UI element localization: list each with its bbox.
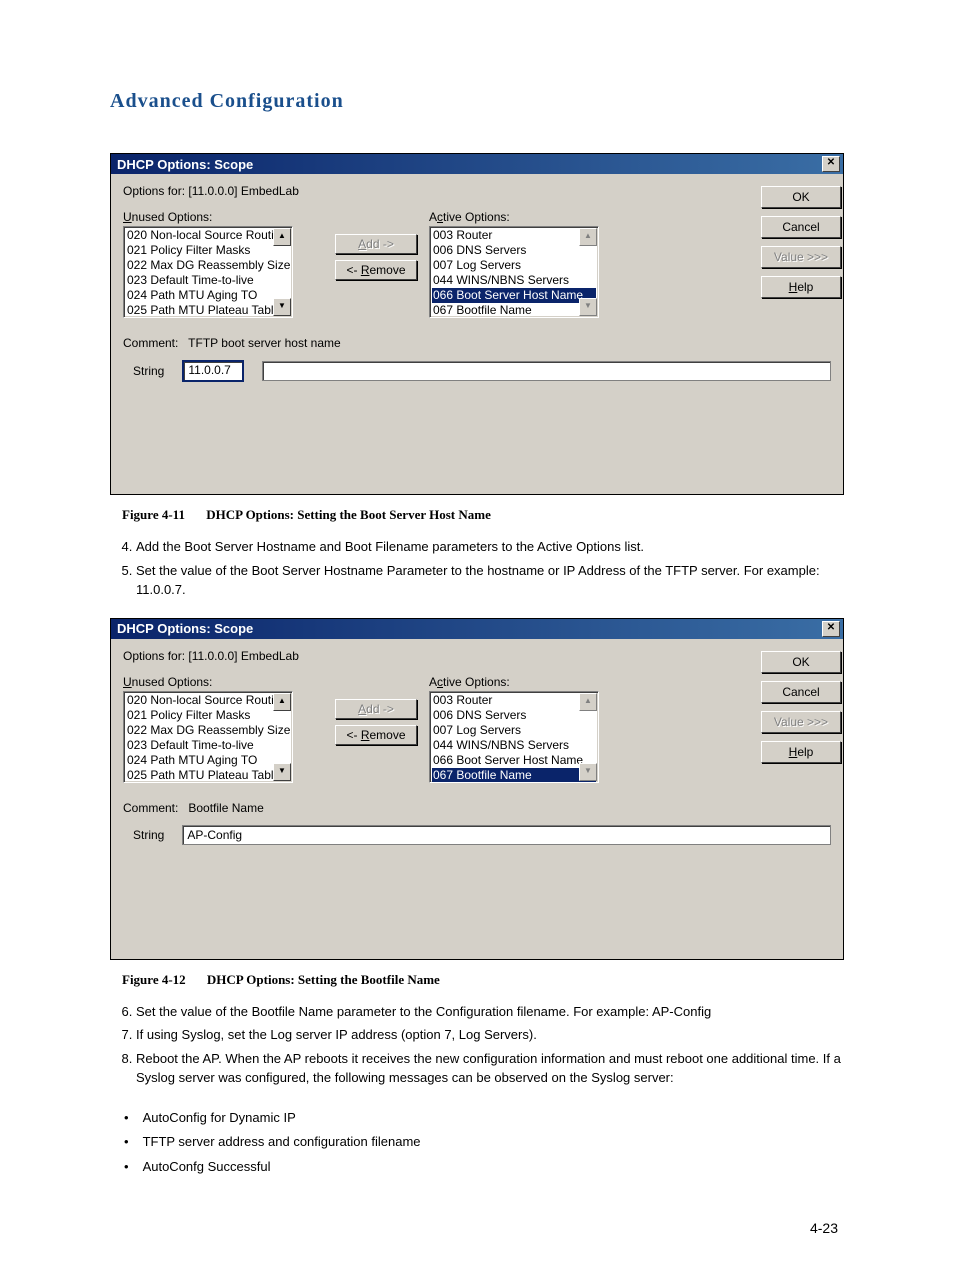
list-item[interactable]: 066 Boot Server Host Name — [432, 753, 596, 768]
scroll-up-icon: ▲ — [579, 693, 597, 711]
comment-row: Comment: TFTP boot server host name — [123, 336, 831, 350]
step-item: Add the Boot Server Hostname and Boot Fi… — [136, 537, 844, 557]
list-item[interactable]: 003 Router — [432, 228, 596, 243]
list-item[interactable]: 006 DNS Servers — [432, 243, 596, 258]
dialog-titlebar: DHCP Options: Scope ✕ — [111, 619, 843, 639]
comment-row: Comment: Bootfile Name — [123, 801, 831, 815]
list-item[interactable]: 007 Log Servers — [432, 723, 596, 738]
value-button[interactable]: Value >>> — [761, 711, 841, 733]
step-item: If using Syslog, set the Log server IP a… — [136, 1025, 844, 1045]
remove-button[interactable]: <- Remove — [335, 725, 417, 745]
list-item[interactable]: 020 Non-local Source Routing — [126, 228, 290, 243]
figure-caption-1: Figure 4-11 DHCP Options: Setting the Bo… — [122, 507, 844, 523]
ok-button[interactable]: OK — [761, 651, 841, 673]
active-options-label: Active Options: — [429, 675, 619, 689]
remove-button[interactable]: <- Remove — [335, 260, 417, 280]
list-item[interactable]: 007 Log Servers — [432, 258, 596, 273]
unused-options-listbox[interactable]: 020 Non-local Source Routing021 Policy F… — [123, 691, 293, 783]
list-item[interactable]: 024 Path MTU Aging TO — [126, 288, 290, 303]
dhcp-dialog-2: DHCP Options: Scope ✕ OK Cancel Value >>… — [110, 618, 844, 960]
list-item[interactable]: 044 WINS/NBNS Servers — [432, 273, 596, 288]
unused-options-listbox[interactable]: 020 Non-local Source Routing021 Policy F… — [123, 226, 293, 318]
unused-options-label: Unused Options: — [123, 675, 323, 689]
step-item: Set the value of the Boot Server Hostnam… — [136, 561, 844, 600]
list-item[interactable]: 025 Path MTU Plateau Table — [126, 768, 290, 783]
string-label: String — [123, 364, 164, 378]
list-item[interactable]: 023 Default Time-to-live — [126, 738, 290, 753]
dhcp-dialog-1: DHCP Options: Scope ✕ OK Cancel Value >>… — [110, 153, 844, 495]
steps-list-a: Add the Boot Server Hostname and Boot Fi… — [110, 537, 844, 600]
figure-number: Figure 4-11 — [122, 507, 203, 522]
list-item[interactable]: 025 Path MTU Plateau Table — [126, 303, 290, 318]
scroll-down-icon[interactable]: ▼ — [273, 763, 291, 781]
list-item[interactable]: 024 Path MTU Aging TO — [126, 753, 290, 768]
list-item[interactable]: 022 Max DG Reassembly Size — [126, 723, 290, 738]
cancel-button[interactable]: Cancel — [761, 681, 841, 703]
ok-button[interactable]: OK — [761, 186, 841, 208]
close-icon[interactable]: ✕ — [822, 156, 840, 172]
help-button[interactable]: Help — [761, 741, 841, 763]
list-item[interactable]: 067 Bootfile Name — [432, 303, 596, 318]
list-item[interactable]: 021 Policy Filter Masks — [126, 243, 290, 258]
options-for-label: Options for: [11.0.0.0] EmbedLab — [123, 649, 831, 663]
add-button[interactable]: Add -> — [335, 699, 417, 719]
bullet-item: AutoConfig for Dynamic IP — [124, 1106, 844, 1131]
active-options-label: Active Options: — [429, 210, 619, 224]
figure-caption-2: Figure 4-12 DHCP Options: Setting the Bo… — [122, 972, 844, 988]
scroll-down-icon[interactable]: ▼ — [273, 298, 291, 316]
value-button[interactable]: Value >>> — [761, 246, 841, 268]
list-item[interactable]: 044 WINS/NBNS Servers — [432, 738, 596, 753]
help-button[interactable]: Help — [761, 276, 841, 298]
page-number: 4-23 — [110, 1220, 844, 1236]
list-item[interactable]: 022 Max DG Reassembly Size — [126, 258, 290, 273]
unused-options-label: Unused Options: — [123, 210, 323, 224]
step-item: Set the value of the Bootfile Name param… — [136, 1002, 844, 1022]
list-item[interactable]: 020 Non-local Source Routing — [126, 693, 290, 708]
string-input-extension[interactable] — [262, 361, 831, 381]
active-options-listbox[interactable]: 003 Router006 DNS Servers007 Log Servers… — [429, 691, 599, 783]
list-item[interactable]: 067 Bootfile Name — [432, 768, 596, 783]
figure-title: DHCP Options: Setting the Bootfile Name — [207, 972, 440, 987]
string-input[interactable]: AP-Config — [182, 825, 831, 845]
scroll-up-icon[interactable]: ▲ — [273, 228, 291, 246]
steps-list-b: Set the value of the Bootfile Name param… — [110, 1002, 844, 1088]
comment-text: Bootfile Name — [188, 801, 263, 815]
dialog-title: DHCP Options: Scope — [117, 621, 253, 636]
figure-number: Figure 4-12 — [122, 972, 204, 987]
scroll-down-icon: ▼ — [579, 298, 597, 316]
figure-title: DHCP Options: Setting the Boot Server Ho… — [206, 507, 491, 522]
comment-label: Comment: — [123, 801, 178, 815]
list-item[interactable]: 006 DNS Servers — [432, 708, 596, 723]
bullet-item: TFTP server address and configuration fi… — [124, 1130, 844, 1155]
string-label: String — [123, 828, 164, 842]
dialog-titlebar: DHCP Options: Scope ✕ — [111, 154, 843, 174]
scroll-up-icon: ▲ — [579, 228, 597, 246]
section-title: Advanced Configuration — [110, 90, 844, 113]
cancel-button[interactable]: Cancel — [761, 216, 841, 238]
bullet-item: AutoConfg Successful — [124, 1155, 844, 1180]
bullet-list: AutoConfig for Dynamic IPTFTP server add… — [110, 1106, 844, 1180]
dialog-title: DHCP Options: Scope — [117, 157, 253, 172]
add-button[interactable]: Add -> — [335, 234, 417, 254]
options-for-label: Options for: [11.0.0.0] EmbedLab — [123, 184, 831, 198]
close-icon[interactable]: ✕ — [822, 621, 840, 637]
scroll-down-icon: ▼ — [579, 763, 597, 781]
comment-text: TFTP boot server host name — [188, 336, 341, 350]
active-options-listbox[interactable]: 003 Router006 DNS Servers007 Log Servers… — [429, 226, 599, 318]
comment-label: Comment: — [123, 336, 178, 350]
string-input[interactable]: 11.0.0.7 — [182, 360, 244, 382]
scroll-up-icon[interactable]: ▲ — [273, 693, 291, 711]
list-item[interactable]: 066 Boot Server Host Name — [432, 288, 596, 303]
step-item: Reboot the AP. When the AP reboots it re… — [136, 1049, 844, 1088]
list-item[interactable]: 003 Router — [432, 693, 596, 708]
list-item[interactable]: 023 Default Time-to-live — [126, 273, 290, 288]
list-item[interactable]: 021 Policy Filter Masks — [126, 708, 290, 723]
